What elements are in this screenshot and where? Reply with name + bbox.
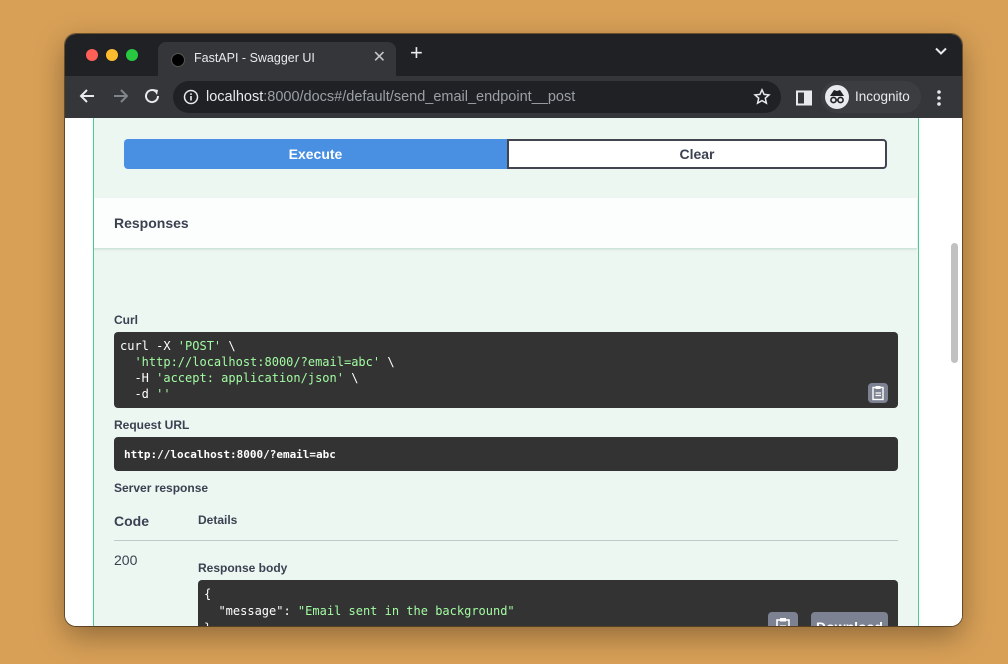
responses-header: Responses bbox=[94, 198, 917, 249]
maximize-window-button[interactable] bbox=[126, 49, 138, 61]
response-body-label: Response body bbox=[198, 561, 288, 575]
tab-search-chevron-icon[interactable] bbox=[934, 44, 948, 63]
reload-icon[interactable] bbox=[142, 86, 162, 111]
copy-curl-clipboard-icon[interactable] bbox=[868, 383, 888, 403]
close-tab-icon[interactable]: ✕ bbox=[373, 48, 386, 68]
address-bar[interactable]: localhost:8000/docs#/default/send_email_… bbox=[173, 81, 781, 113]
tab-fastapi[interactable]: FastAPI - Swagger UI ✕ bbox=[158, 42, 396, 76]
curl-label: Curl bbox=[114, 313, 138, 327]
bookmark-star-icon[interactable] bbox=[753, 87, 771, 111]
request-url-value: http://localhost:8000/?email=abc bbox=[124, 448, 336, 461]
tab-title: FastAPI - Swagger UI bbox=[194, 51, 315, 65]
forward-arrow-icon[interactable] bbox=[110, 86, 130, 111]
fastapi-favicon-icon bbox=[171, 53, 185, 67]
curl-code-block[interactable]: curl -X 'POST' \ 'http://localhost:8000/… bbox=[114, 332, 898, 408]
back-arrow-icon[interactable] bbox=[78, 86, 98, 111]
browser-window: FastAPI - Swagger UI ✕ + localhost:8000/… bbox=[65, 34, 962, 626]
site-info-icon[interactable] bbox=[183, 89, 199, 110]
response-body-json: { "message": "Email sent in the backgrou… bbox=[204, 587, 515, 626]
download-button[interactable]: Download bbox=[811, 612, 888, 626]
copy-response-clipboard-icon[interactable] bbox=[768, 612, 798, 626]
response-body-block[interactable]: { "message": "Email sent in the backgrou… bbox=[198, 580, 898, 626]
browser-toolbar: localhost:8000/docs#/default/send_email_… bbox=[65, 76, 962, 118]
status-code: 200 bbox=[114, 552, 138, 568]
execute-button[interactable]: Execute bbox=[124, 139, 507, 169]
code-column-header: Code bbox=[114, 513, 149, 529]
new-tab-icon[interactable]: + bbox=[410, 41, 423, 65]
incognito-badge[interactable]: Incognito bbox=[821, 81, 921, 113]
request-url-block: http://localhost:8000/?email=abc bbox=[114, 437, 898, 471]
close-window-button[interactable] bbox=[86, 49, 98, 61]
incognito-label: Incognito bbox=[855, 89, 910, 104]
responses-title: Responses bbox=[114, 215, 189, 231]
vertical-scrollbar[interactable] bbox=[947, 118, 962, 626]
response-table-header: Code Details bbox=[114, 510, 898, 541]
minimize-window-button[interactable] bbox=[106, 49, 118, 61]
more-menu-icon[interactable] bbox=[936, 89, 942, 112]
incognito-icon bbox=[825, 85, 849, 109]
details-column-header: Details bbox=[198, 513, 238, 527]
clear-button[interactable]: Clear bbox=[507, 139, 887, 169]
side-panel-icon[interactable] bbox=[796, 90, 812, 111]
page-content: Execute Clear Responses Curl curl -X 'PO… bbox=[65, 118, 962, 626]
server-response-label: Server response bbox=[114, 481, 209, 495]
tab-bar: FastAPI - Swagger UI ✕ + bbox=[65, 34, 962, 76]
curl-command: curl -X 'POST' \ 'http://localhost:8000/… bbox=[120, 339, 395, 401]
request-url-label: Request URL bbox=[114, 418, 190, 432]
url-text: localhost:8000/docs#/default/send_email_… bbox=[206, 89, 576, 105]
scrollbar-thumb[interactable] bbox=[951, 243, 958, 363]
